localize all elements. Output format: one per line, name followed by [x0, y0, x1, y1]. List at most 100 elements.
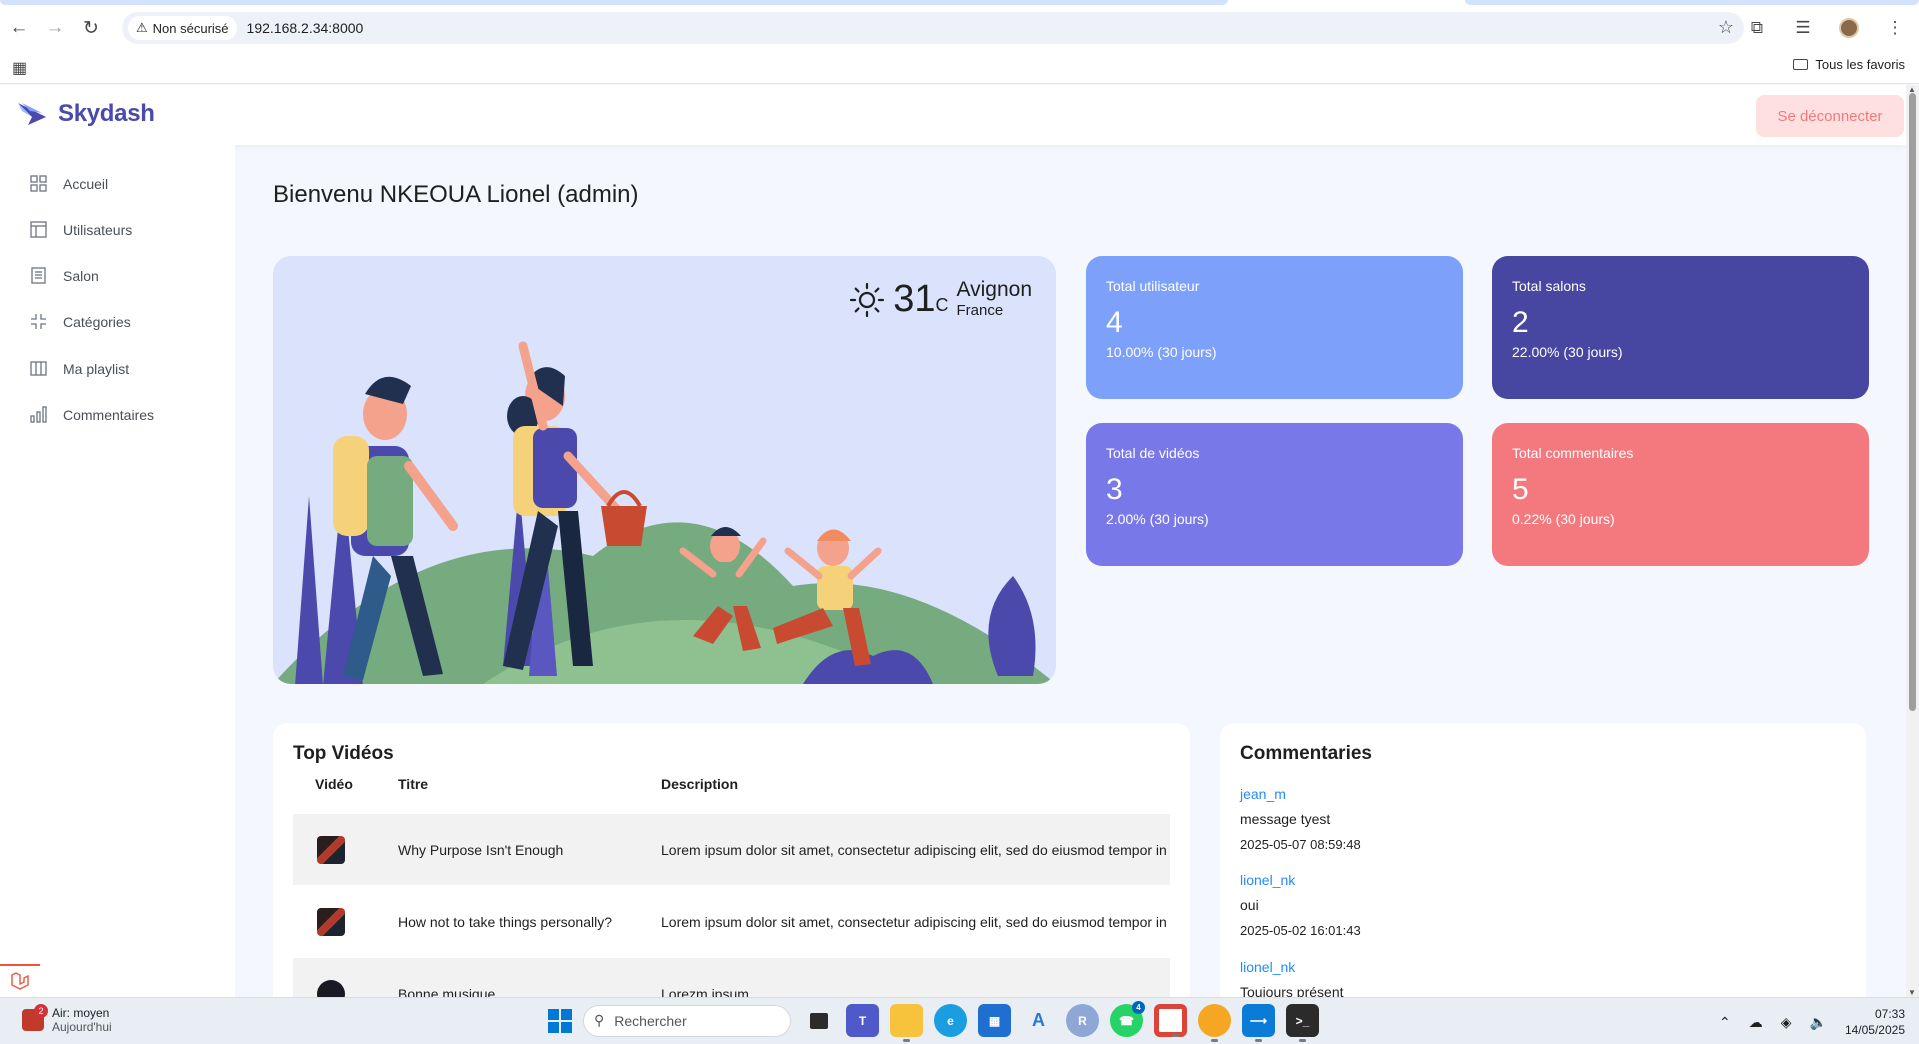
- chrome-icon[interactable]: [1154, 1004, 1187, 1037]
- table-row[interactable]: Why Purpose Isn't Enough Lorem ipsum dol…: [293, 814, 1170, 885]
- video-title: Bonne musique: [398, 985, 496, 998]
- back-icon[interactable]: ←: [2, 11, 36, 45]
- edge-icon[interactable]: e: [934, 1004, 967, 1037]
- grid-icon: [30, 175, 47, 192]
- comment-message: message tyest: [1240, 811, 1331, 827]
- url-text[interactable]: 192.168.2.34:8000: [247, 20, 364, 36]
- stat-value: 4: [1106, 306, 1123, 339]
- stat-label: Total de vidéos: [1106, 445, 1200, 461]
- tab-active[interactable]: [0, 0, 1228, 5]
- taskbar-search[interactable]: ⚲ Rechercher: [583, 1004, 791, 1037]
- col-description: Description: [661, 776, 739, 792]
- store-icon[interactable]: ▦: [978, 1004, 1011, 1037]
- document-icon: [31, 267, 46, 284]
- vscode-icon[interactable]: ⟶: [1242, 1004, 1275, 1042]
- menu-kebab-icon[interactable]: ⋮: [1879, 12, 1911, 44]
- stat-value: 5: [1512, 473, 1529, 506]
- top-navbar: Skydash Se déconnecter: [0, 85, 1906, 145]
- wifi-icon[interactable]: ◈: [1781, 1014, 1792, 1031]
- video-thumbnail[interactable]: [317, 907, 345, 936]
- volume-icon[interactable]: 🔈: [1810, 1014, 1827, 1031]
- browser-toolbar: ← → ↻ ⚠ Non sécurisé 192.168.2.34:8000 ☆ …: [0, 8, 1919, 48]
- weather-country: France: [956, 302, 1004, 319]
- search-placeholder: Rechercher: [614, 1012, 687, 1029]
- table-row[interactable]: How not to take things personally? Lorem…: [293, 886, 1170, 957]
- file-explorer-icon[interactable]: [890, 1004, 923, 1042]
- apps-grid-icon[interactable]: ▦: [12, 58, 27, 78]
- stat-card-utilisateur: Total utilisateur 4 10.00% (30 jours): [1086, 256, 1463, 399]
- security-label: Non sécurisé: [152, 20, 229, 36]
- sidebar-item-salon[interactable]: Salon: [30, 267, 99, 284]
- temperature-value: 31: [893, 278, 936, 320]
- forward-icon[interactable]: →: [38, 11, 72, 45]
- tab-strip: [0, 0, 1919, 8]
- taskbar-weather-widget[interactable]: 2 Air: moyen Aujourd'hui: [22, 1004, 112, 1034]
- debugbar-logo-icon[interactable]: [0, 964, 40, 996]
- teams-icon[interactable]: T: [846, 1004, 879, 1037]
- system-tray: ⌃ ☁ ◈ 🔈 07:33 14/05/2025: [1719, 1006, 1905, 1038]
- tab-other[interactable]: [1465, 0, 1919, 5]
- comments-title: Commentaries: [1240, 743, 1372, 764]
- stat-change: 2.00% (30 jours): [1106, 511, 1209, 527]
- sidebar: Accueil Utilisateurs Salon Catégories Ma…: [0, 145, 235, 997]
- comments-card: Commentaries jean_m message tyest 2025-0…: [1220, 723, 1866, 997]
- whatsapp-badge: 4: [1132, 1001, 1145, 1014]
- logout-button[interactable]: Se déconnecter: [1756, 95, 1904, 137]
- bookmarks-folder-label: Tous les favoris: [1815, 57, 1905, 72]
- whatsapp-icon[interactable]: ☎ 4: [1110, 1001, 1145, 1037]
- video-thumbnail[interactable]: [317, 835, 345, 864]
- top-videos-card: Top Vidéos Vidéo Titre Description Why P…: [273, 723, 1190, 997]
- comment-message: Toujours présent: [1240, 984, 1344, 997]
- chevron-up-icon[interactable]: ⌃: [1719, 1014, 1731, 1031]
- sidebar-item-ma-playlist[interactable]: Ma playlist: [30, 360, 129, 377]
- app-a-icon[interactable]: A: [1022, 1004, 1055, 1037]
- terminal-icon[interactable]: >_: [1286, 1004, 1319, 1042]
- reload-icon[interactable]: ↻: [74, 11, 108, 45]
- table-row[interactable]: Bonne musique Lorezm ipsum: [293, 958, 1170, 997]
- task-view-icon[interactable]: [802, 1004, 835, 1037]
- sidebar-item-accueil[interactable]: Accueil: [30, 175, 108, 192]
- brand-logo[interactable]: Skydash: [16, 99, 155, 129]
- stat-label: Total commentaires: [1512, 445, 1634, 461]
- onedrive-icon[interactable]: ☁: [1749, 1014, 1763, 1031]
- windows-taskbar: 2 Air: moyen Aujourd'hui ⚲ Rechercher T e…: [0, 997, 1919, 1044]
- page-scrollbar[interactable]: ▲ ▼: [1906, 85, 1919, 997]
- bookmark-star-icon[interactable]: ☆: [1718, 17, 1734, 38]
- address-bar[interactable]: ⚠ Non sécurisé 192.168.2.34:8000 ☆: [122, 12, 1744, 44]
- clock[interactable]: 07:33 14/05/2025: [1845, 1006, 1905, 1038]
- security-chip[interactable]: ⚠ Non sécurisé: [128, 16, 237, 40]
- collapse-icon: [31, 314, 46, 329]
- stat-card-videos: Total de vidéos 3 2.00% (30 jours): [1086, 423, 1463, 566]
- sidebar-item-label: Catégories: [63, 313, 131, 330]
- temperature: 31C: [893, 278, 948, 320]
- profile-avatar[interactable]: [1833, 12, 1865, 44]
- bookmarks-bar: ▦ Tous les favoris: [0, 48, 1919, 84]
- sidebar-item-utilisateurs[interactable]: Utilisateurs: [30, 221, 132, 238]
- sidebar-item-categories[interactable]: Catégories: [30, 313, 131, 330]
- media-control-icon[interactable]: ☰: [1787, 12, 1819, 44]
- stat-card-salons: Total salons 2 22.00% (30 jours): [1492, 256, 1869, 399]
- r-app-icon[interactable]: R: [1066, 1004, 1099, 1037]
- weather-city: Avignon: [956, 278, 1032, 301]
- video-thumbnail[interactable]: [317, 979, 345, 997]
- extensions-icon[interactable]: ⧉: [1741, 12, 1773, 44]
- bookmarks-folder[interactable]: Tous les favoris: [1793, 57, 1905, 72]
- app-pin-icon[interactable]: [1198, 1004, 1231, 1042]
- folder-icon: [1793, 59, 1809, 70]
- comment-date: 2025-05-07 08:59:48: [1240, 837, 1361, 852]
- comment-user[interactable]: lionel_nk: [1240, 872, 1361, 888]
- start-button[interactable]: [548, 1008, 572, 1033]
- stat-label: Total utilisateur: [1106, 278, 1200, 294]
- video-title: Why Purpose Isn't Enough: [398, 841, 564, 858]
- sidebar-item-commentaires[interactable]: Commentaires: [30, 406, 154, 423]
- comment-user[interactable]: lionel_nk: [1240, 959, 1344, 975]
- scroll-down-icon[interactable]: ▼: [1908, 988, 1916, 997]
- air-quality-text: Air: moyen: [52, 1006, 110, 1020]
- temperature-unit: C: [935, 295, 949, 315]
- bar-chart-icon: [30, 406, 47, 423]
- scroll-thumb[interactable]: [1909, 93, 1916, 711]
- comment-user[interactable]: jean_m: [1240, 786, 1361, 802]
- stat-card-commentaires: Total commentaires 5 0.22% (30 jours): [1492, 423, 1869, 566]
- stat-value: 2: [1512, 306, 1529, 339]
- air-quality-icon: 2: [22, 1004, 48, 1031]
